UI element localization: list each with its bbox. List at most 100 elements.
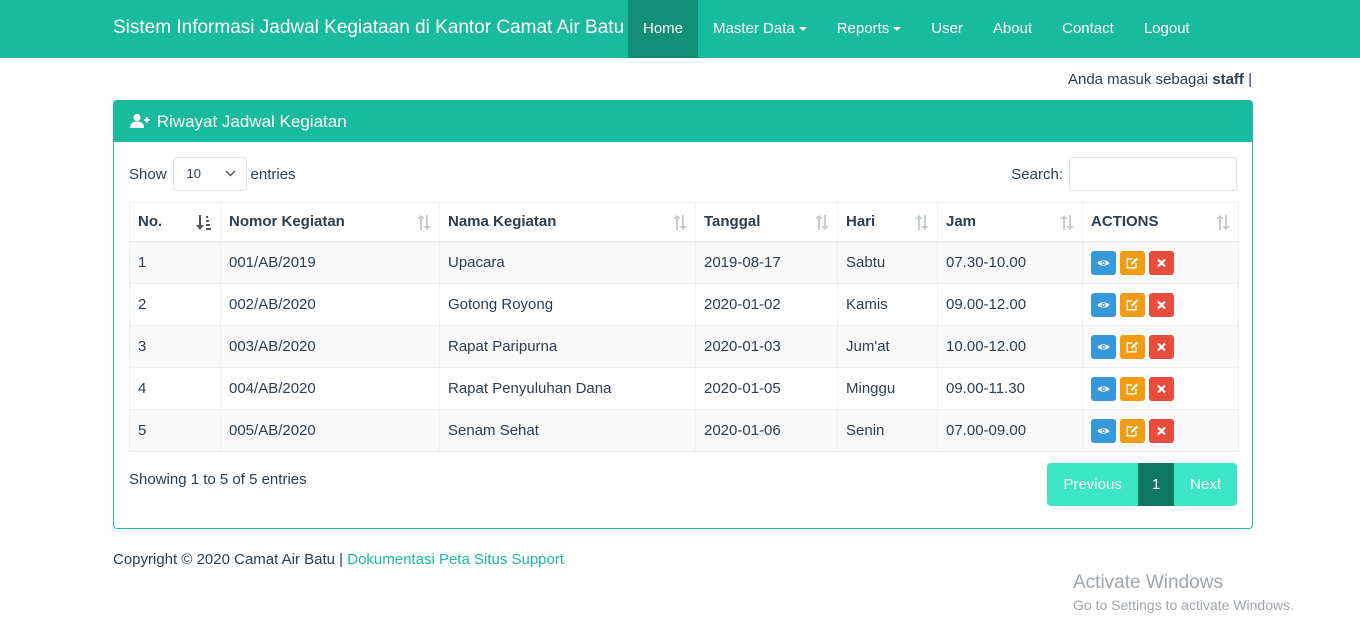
- column-header-actions[interactable]: ACTIONS: [1082, 202, 1239, 243]
- close-icon: [1157, 426, 1166, 435]
- search-input[interactable]: [1069, 157, 1237, 191]
- column-header-tanggal[interactable]: Tanggal: [695, 202, 838, 243]
- view-button[interactable]: [1091, 418, 1116, 443]
- nav-master-data-label: Master Data: [713, 20, 795, 37]
- sort-icon: [815, 215, 829, 230]
- app-brand[interactable]: Sistem Informasi Jadwal Kegiataan di Kan…: [113, 0, 624, 58]
- edit-button[interactable]: [1120, 376, 1145, 401]
- panel-title: Riwayat Jadwal Kegiatan: [156, 112, 347, 131]
- column-header-label: Nomor Kegiatan: [229, 213, 345, 231]
- cell-nama: Rapat Paripurna: [439, 325, 696, 368]
- view-button[interactable]: [1091, 250, 1116, 275]
- edit-button[interactable]: [1120, 292, 1145, 317]
- caret-down-icon: [893, 27, 902, 32]
- eye-icon: [1097, 301, 1110, 308]
- edit-button[interactable]: [1120, 250, 1145, 275]
- column-header-jam[interactable]: Jam: [937, 202, 1083, 243]
- close-icon: [1157, 300, 1166, 309]
- previous-button[interactable]: Previous: [1047, 463, 1138, 506]
- table-row: 1 001/AB/2019 Upacara 2019-08-17 Sabtu 0…: [129, 241, 1239, 284]
- cell-jam: 07.00-09.00: [937, 409, 1083, 452]
- schedule-table: No. Nomor Kegiatan Nama Kegiatan Tanggal…: [129, 202, 1239, 452]
- table-row: 4 004/AB/2020 Rapat Penyuluhan Dana 2020…: [129, 367, 1239, 410]
- cell-actions: [1082, 367, 1239, 410]
- main-nav: Home Master Data Reports User About Cont…: [628, 0, 1205, 58]
- delete-button[interactable]: [1149, 376, 1174, 401]
- column-header-label: Jam: [946, 213, 977, 231]
- length-entries-label: entries: [250, 165, 296, 183]
- cell-hari: Jum'at: [837, 325, 938, 368]
- column-header-label: Hari: [846, 213, 876, 231]
- table-row: 5 005/AB/2020 Senam Sehat 2020-01-06 Sen…: [129, 409, 1239, 452]
- nav-reports[interactable]: Reports: [822, 0, 917, 58]
- table-row: 3 003/AB/2020 Rapat Paripurna 2020-01-03…: [129, 325, 1239, 368]
- navbar: Sistem Informasi Jadwal Kegiataan di Kan…: [0, 0, 1360, 58]
- cell-jam: 09.00-11.30: [937, 367, 1083, 410]
- cell-nama: Gotong Royong: [439, 283, 696, 326]
- eye-icon: [1097, 385, 1110, 392]
- cell-no: 3: [129, 325, 221, 368]
- delete-button[interactable]: [1149, 250, 1174, 275]
- length-control: Show 10 entries: [129, 157, 296, 191]
- nav-master-data[interactable]: Master Data: [698, 0, 822, 58]
- page-1-button[interactable]: 1: [1137, 463, 1175, 506]
- view-button[interactable]: [1091, 292, 1116, 317]
- cell-hari: Kamis: [837, 283, 938, 326]
- column-header-hari[interactable]: Hari: [837, 202, 938, 243]
- close-icon: [1157, 384, 1166, 393]
- nav-user[interactable]: User: [916, 0, 978, 58]
- next-button[interactable]: Next: [1174, 463, 1237, 506]
- close-icon: [1157, 342, 1166, 351]
- edit-icon: [1126, 424, 1139, 436]
- entries-select[interactable]: 10: [172, 157, 247, 191]
- login-suffix: |: [1248, 71, 1252, 88]
- activate-windows-watermark: Activate Windows Go to Settings to activ…: [1073, 572, 1294, 613]
- cell-jam: 07.30-10.00: [937, 241, 1083, 284]
- login-prefix: Anda masuk sebagai: [1067, 71, 1209, 88]
- column-header-nomor[interactable]: Nomor Kegiatan: [220, 202, 440, 243]
- nav-reports-label: Reports: [836, 20, 890, 37]
- delete-button[interactable]: [1149, 334, 1174, 359]
- column-header-no[interactable]: No.: [129, 202, 221, 243]
- view-button[interactable]: [1091, 334, 1116, 359]
- cell-tanggal: 2019-08-17: [695, 241, 838, 284]
- nav-logout[interactable]: Logout: [1129, 0, 1205, 58]
- view-button[interactable]: [1091, 376, 1116, 401]
- edit-icon: [1126, 298, 1139, 310]
- cell-nomor: 004/AB/2020: [220, 367, 440, 410]
- entries-select-value: 10: [186, 166, 201, 181]
- search-control: Search:: [1011, 156, 1237, 192]
- cell-nama: Upacara: [439, 241, 696, 284]
- edit-button[interactable]: [1120, 334, 1145, 359]
- footer-links[interactable]: Dokumentasi Peta Situs Support: [347, 551, 564, 568]
- cell-hari: Minggu: [837, 367, 938, 410]
- column-header-label: ACTIONS: [1091, 213, 1159, 231]
- sort-icon: [417, 215, 431, 230]
- nav-home[interactable]: Home: [628, 0, 699, 58]
- cell-tanggal: 2020-01-06: [695, 409, 838, 452]
- sort-amount-down-icon: [196, 215, 211, 230]
- delete-button[interactable]: [1149, 292, 1174, 317]
- search-label: Search:: [1011, 165, 1063, 183]
- login-info: Anda masuk sebagai staff |: [1068, 71, 1252, 88]
- cell-no: 4: [129, 367, 221, 410]
- length-show-label: Show: [129, 165, 167, 183]
- cell-jam: 09.00-12.00: [937, 283, 1083, 326]
- column-header-label: Nama Kegiatan: [448, 213, 557, 231]
- schedule-panel: Riwayat Jadwal Kegiatan Show 10 entries …: [113, 100, 1253, 529]
- nav-contact[interactable]: Contact: [1047, 0, 1129, 58]
- panel-heading: Riwayat Jadwal Kegiatan: [114, 101, 1252, 142]
- delete-button[interactable]: [1149, 418, 1174, 443]
- cell-actions: [1082, 283, 1239, 326]
- cell-nama: Senam Sehat: [439, 409, 696, 452]
- column-header-nama[interactable]: Nama Kegiatan: [439, 202, 696, 243]
- cell-nomor: 005/AB/2020: [220, 409, 440, 452]
- eye-icon: [1097, 343, 1110, 350]
- edit-button[interactable]: [1120, 418, 1145, 443]
- watermark-title: Activate Windows: [1073, 572, 1223, 593]
- footer: Copyright © 2020 Camat Air Batu | Dokume…: [113, 551, 564, 568]
- nav-about[interactable]: About: [978, 0, 1047, 58]
- cell-nomor: 002/AB/2020: [220, 283, 440, 326]
- cell-hari: Senin: [837, 409, 938, 452]
- cell-no: 5: [129, 409, 221, 452]
